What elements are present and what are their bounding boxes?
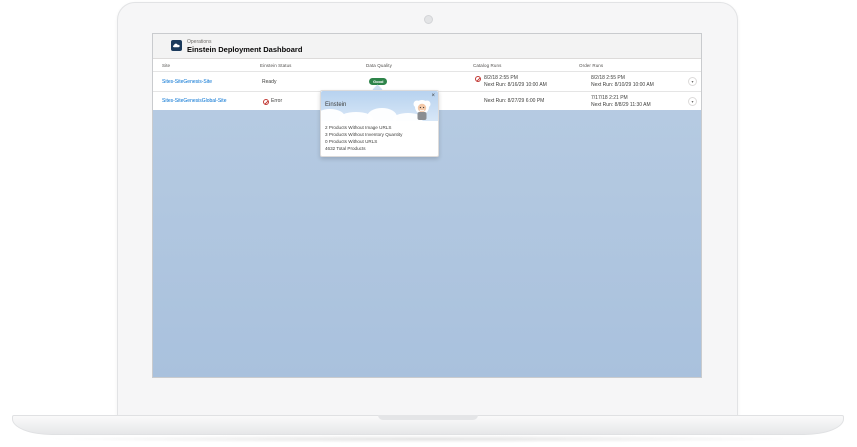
catalog-next-run: Next Run: 8/27/29 6:00 PM — [484, 98, 545, 104]
close-icon[interactable]: × — [431, 93, 435, 99]
order-next-run: Next Run: 8/10/29 10:00 AM — [591, 82, 654, 88]
column-header-site[interactable]: Site — [162, 63, 170, 68]
laptop-base-notch — [378, 415, 478, 420]
order-last-run: 7/17/18 2:21 PM — [591, 95, 628, 101]
column-header-data-quality[interactable]: Data Quality — [366, 63, 392, 68]
page-header: Operations Einstein Deployment Dashboard — [153, 34, 701, 59]
site-link[interactable]: Sites-SiteGenesisGlobal-Site — [162, 98, 226, 104]
camera-dot — [424, 15, 433, 24]
row-menu-button[interactable]: ▾ — [688, 77, 697, 86]
column-header-catalog-runs[interactable]: Catalog Runs — [473, 63, 501, 68]
column-header-einstein-status[interactable]: Einstein Status — [260, 63, 292, 68]
data-quality-badge[interactable]: Good — [369, 78, 388, 85]
popover-line: 0 Products Without URLS — [325, 139, 378, 144]
popover-line: 4632 Total Products — [325, 146, 366, 151]
chevron-down-icon: ▾ — [691, 99, 694, 104]
table-row: Sites-SiteGenesis-Site Ready Good 8/2/18… — [153, 71, 701, 91]
error-icon — [263, 99, 269, 105]
einstein-character-icon — [413, 100, 431, 120]
screen: Operations Einstein Deployment Dashboard… — [152, 33, 702, 378]
popover-line: 3 Products Without Inventory Quantity — [325, 132, 403, 137]
row-menu-button[interactable]: ▾ — [688, 97, 697, 106]
catalog-last-run: 8/2/18 2:55 PM — [484, 75, 518, 81]
popover-line: 2 Products Without Image URLS — [325, 125, 392, 130]
catalog-next-run: Next Run: 8/16/29 10:00 AM — [484, 82, 547, 88]
einstein-status: Error — [271, 98, 283, 104]
laptop-shadow — [40, 435, 816, 443]
data-quality-popover: Einstein × 2 Products Without Image URLS… — [320, 90, 439, 157]
page-title: Einstein Deployment Dashboard — [187, 45, 303, 54]
cloud-app-icon — [171, 40, 182, 51]
order-last-run: 8/2/18 2:55 PM — [591, 75, 625, 81]
order-next-run: Next Run: 8/8/29 11:30 AM — [591, 102, 651, 108]
einstein-status: Ready — [262, 79, 277, 85]
error-icon — [475, 76, 481, 82]
einstein-banner: Einstein × — [321, 91, 438, 121]
popover-title: Einstein — [325, 102, 347, 108]
chevron-down-icon: ▾ — [691, 79, 694, 84]
site-link[interactable]: Sites-SiteGenesis-Site — [162, 79, 212, 85]
column-header-order-runs[interactable]: Order Runs — [579, 63, 603, 68]
